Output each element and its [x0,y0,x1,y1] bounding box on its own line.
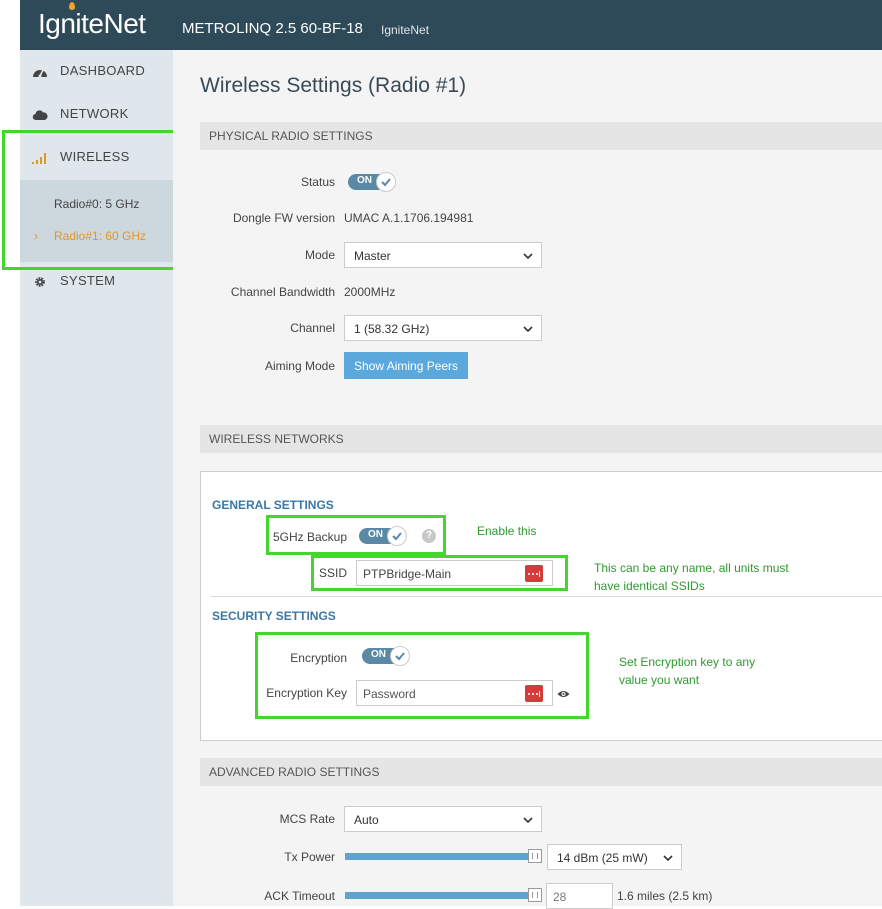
mode-select[interactable]: Master [344,242,542,268]
cloud-icon [32,109,48,121]
select-value: Master [354,249,391,263]
sidebar-item-system[interactable]: SYSTEM [32,273,115,288]
select-value: 14 dBm (25 mW) [557,851,648,865]
sidebar-item-dashboard[interactable]: DASHBOARD [32,63,145,78]
logo-flame-icon [69,2,75,10]
divider [210,596,882,597]
mode-label: Mode [304,248,335,262]
highlight-box-backup [266,515,446,555]
status-toggle[interactable]: ON [348,172,398,192]
top-header-bar [20,0,882,50]
section-header-physical: PHYSICAL RADIO SETTINGS [200,122,882,150]
mcs-rate-select[interactable]: Auto [344,806,542,832]
ack-timeout-slider-track[interactable] [345,892,531,899]
chevron-down-icon [663,855,673,862]
tx-power-slider-track[interactable] [345,853,531,860]
tx-power-slider-handle[interactable] [528,849,542,863]
aiming-mode-label: Aiming Mode [264,359,335,373]
annotation-ssid-line2: have identical SSIDs [594,579,705,593]
input-value: 28 [553,890,567,904]
button-label: Show Aiming Peers [354,359,459,373]
dashboard-icon [32,66,48,78]
channel-bandwidth-label: Channel Bandwidth [230,285,335,299]
ack-timeout-label: ACK Timeout [264,889,335,903]
annotation-enable: Enable this [477,524,537,538]
highlight-box-wireless [2,130,185,270]
gear-icon [32,276,48,288]
chevron-down-icon [523,817,533,824]
channel-label: Channel [290,321,335,335]
section-title: ADVANCED RADIO SETTINGS [209,765,380,779]
ack-timeout-slider-handle[interactable] [528,888,542,902]
select-value: Auto [354,813,379,827]
tx-power-label: Tx Power [284,850,335,864]
section-title: WIRELESS NETWORKS [209,432,344,446]
security-settings-heading: SECURITY SETTINGS [212,609,336,623]
status-label: Status [300,175,335,189]
ack-timeout-input[interactable]: 28 [546,883,613,909]
section-header-wireless-networks: WIRELESS NETWORKS [200,425,882,453]
annotation-key-line2: value you want [619,673,700,687]
section-title: PHYSICAL RADIO SETTINGS [209,129,373,143]
sidebar-item-label: NETWORK [60,106,129,121]
show-aiming-peers-button[interactable]: Show Aiming Peers [344,352,468,379]
chevron-down-icon [523,326,533,333]
channel-bandwidth-value: 2000MHz [344,285,396,299]
dongle-fw-label: Dongle FW version [232,211,335,225]
sidebar-item-label: DASHBOARD [60,63,146,78]
tx-power-select[interactable]: 14 dBm (25 mW) [547,844,682,870]
channel-select[interactable]: 1 (58.32 GHz) [344,315,542,341]
device-name: METROLINQ 2.5 60-BF-18 [182,20,363,37]
ack-distance-value: 1.6 miles (2.5 km) [617,889,713,903]
dongle-fw-value: UMAC A.1.1706.194981 [344,211,474,225]
highlight-box-ssid [311,555,568,591]
mcs-rate-label: MCS Rate [279,812,335,826]
page-title: Wireless Settings (Radio #1) [200,74,467,97]
chevron-down-icon [523,253,533,260]
toggle-state: ON [357,175,372,186]
sidebar-item-network[interactable]: NETWORK [32,106,129,121]
general-settings-heading: GENERAL SETTINGS [212,498,334,512]
check-icon [381,178,391,187]
annotation-key-line1: Set Encryption key to any [619,655,756,669]
ignitenet-logo[interactable]: IgniteNet [38,8,146,40]
sidebar-item-label: SYSTEM [60,273,116,288]
annotation-ssid-line1: This can be any name, all units must [594,561,789,575]
select-value: 1 (58.32 GHz) [354,322,430,336]
section-header-advanced: ADVANCED RADIO SETTINGS [200,758,882,786]
brand-label: IgniteNet [381,23,430,37]
highlight-box-encryption [255,632,589,719]
